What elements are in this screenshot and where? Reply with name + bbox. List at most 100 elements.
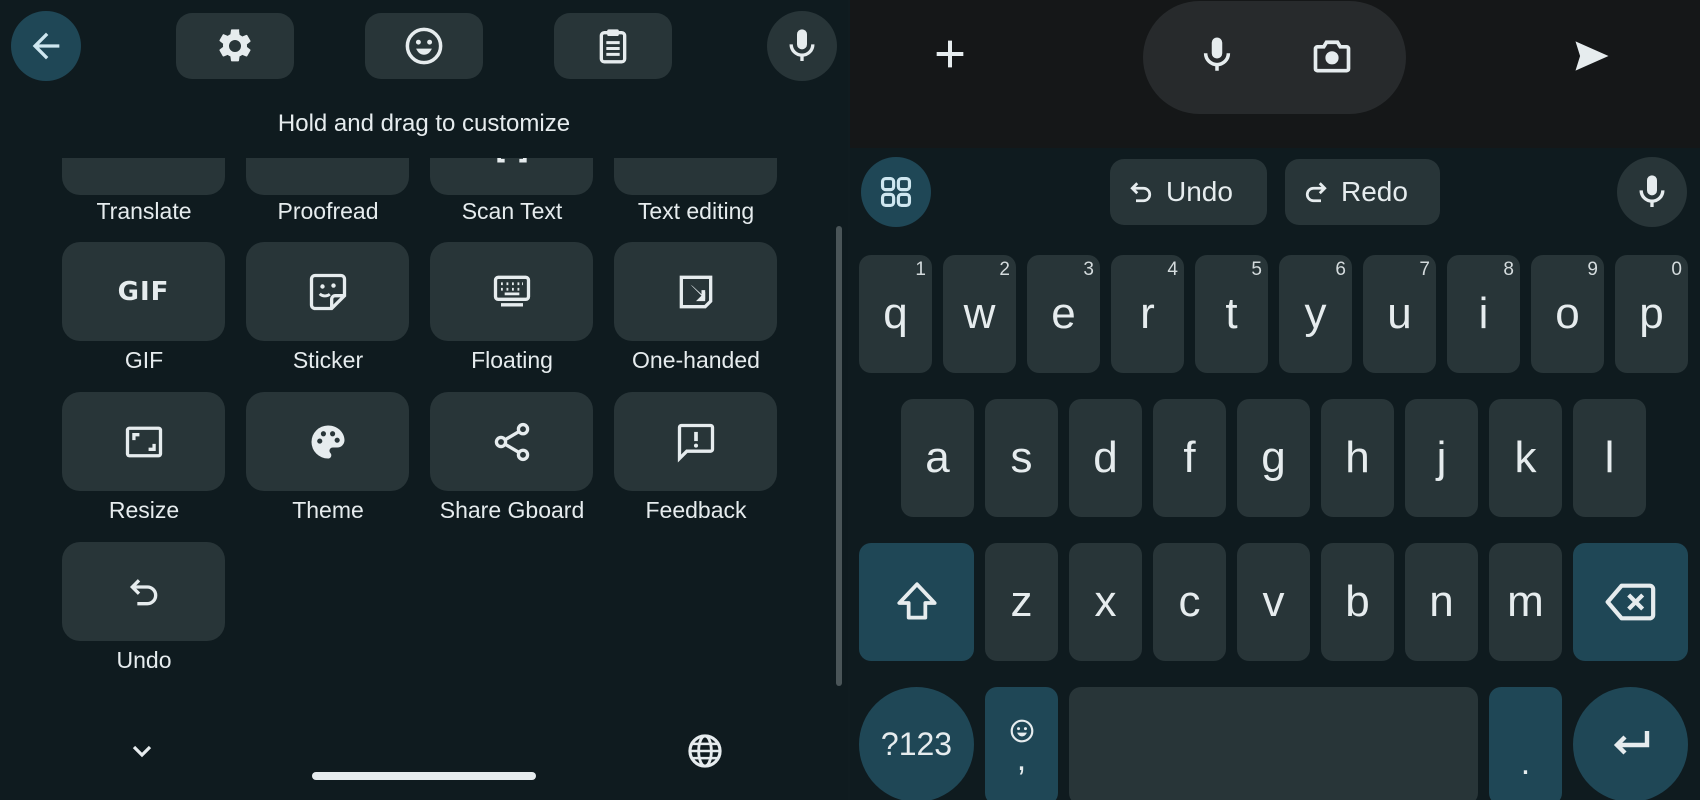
- scan-text-icon: [496, 158, 527, 162]
- key-m[interactable]: m: [1489, 543, 1562, 661]
- key-number: 1: [915, 259, 926, 280]
- space-key[interactable]: [1069, 687, 1478, 800]
- key-n[interactable]: n: [1405, 543, 1478, 661]
- tile-label: Theme: [292, 497, 364, 523]
- back-button[interactable]: [11, 11, 81, 81]
- key-j[interactable]: j: [1405, 399, 1478, 517]
- key-p[interactable]: p0: [1615, 255, 1688, 373]
- keyboard-voice-button[interactable]: [1617, 157, 1687, 227]
- tile-floating[interactable]: [430, 242, 593, 341]
- features-menu-button[interactable]: [861, 157, 931, 227]
- camera-button[interactable]: [1310, 34, 1354, 78]
- tile-share-gboard[interactable]: [430, 392, 593, 491]
- tile-theme[interactable]: [246, 392, 409, 491]
- key-g[interactable]: g: [1237, 399, 1310, 517]
- tile-scan-text[interactable]: [430, 158, 593, 195]
- tile-label: Resize: [108, 497, 180, 523]
- tile-label: Undo: [116, 647, 172, 673]
- key-d[interactable]: d: [1069, 399, 1142, 517]
- scrollbar[interactable]: [836, 226, 842, 686]
- tile-one-handed[interactable]: [614, 242, 777, 341]
- key-r[interactable]: r4: [1111, 255, 1184, 373]
- key-char: k: [1514, 433, 1537, 482]
- backspace-icon: [1605, 583, 1655, 621]
- enter-key[interactable]: [1573, 687, 1688, 800]
- redo-button[interactable]: Redo: [1285, 159, 1440, 225]
- tile-label: Share Gboard: [439, 497, 585, 523]
- key-char: a: [925, 433, 950, 482]
- attach-button[interactable]: [930, 34, 970, 74]
- tile-label: Text editing: [637, 198, 755, 224]
- microphone-icon: [789, 29, 815, 61]
- key-char: e: [1051, 289, 1076, 338]
- key-h[interactable]: h: [1321, 399, 1394, 517]
- back-arrow-icon: [32, 32, 60, 60]
- tile-undo[interactable]: [62, 542, 225, 641]
- key-k[interactable]: k: [1489, 399, 1562, 517]
- key-o[interactable]: o9: [1531, 255, 1604, 373]
- key-f[interactable]: f: [1153, 399, 1226, 517]
- tile-label: Floating: [471, 347, 553, 373]
- key-number: 7: [1419, 259, 1430, 280]
- chevron-down-icon: [132, 745, 152, 758]
- tile-proofread[interactable]: [246, 158, 409, 195]
- send-button[interactable]: [1570, 34, 1614, 78]
- key-x[interactable]: x: [1069, 543, 1142, 661]
- key-u[interactable]: u7: [1363, 255, 1436, 373]
- microphone-icon: [1203, 37, 1231, 71]
- compose-voice-button[interactable]: [1196, 34, 1238, 76]
- tile-sticker[interactable]: [246, 242, 409, 341]
- shift-key[interactable]: [859, 543, 974, 661]
- clipboard-button[interactable]: [554, 13, 672, 79]
- comma-emoji-key[interactable]: ,: [985, 687, 1058, 800]
- grid-icon: [880, 176, 912, 208]
- backspace-key[interactable]: [1573, 543, 1688, 661]
- tile-translate[interactable]: [62, 158, 225, 195]
- clipboard-icon: [599, 29, 627, 64]
- key-s[interactable]: s: [985, 399, 1058, 517]
- period-key[interactable]: .: [1489, 687, 1562, 800]
- tile-feedback[interactable]: [614, 392, 777, 491]
- key-char: i: [1478, 289, 1489, 338]
- symbols-key[interactable]: ?123: [859, 687, 974, 800]
- key-w[interactable]: w2: [943, 255, 1016, 373]
- globe-icon: [688, 734, 722, 768]
- key-c[interactable]: c: [1153, 543, 1226, 661]
- key-char: n: [1429, 577, 1454, 626]
- tile-text-editing[interactable]: [614, 158, 777, 195]
- key-t[interactable]: t5: [1195, 255, 1268, 373]
- tile-gif[interactable]: GIF: [62, 242, 225, 341]
- voice-input-button[interactable]: [767, 11, 837, 81]
- compose-actions: [1143, 1, 1406, 114]
- key-number: 5: [1251, 259, 1262, 280]
- navigation-handle[interactable]: [312, 772, 536, 780]
- key-char: q: [883, 289, 908, 338]
- undo-button[interactable]: Undo: [1110, 159, 1267, 225]
- tile-resize[interactable]: [62, 392, 225, 491]
- key-b[interactable]: b: [1321, 543, 1394, 661]
- tile-label: Scan Text: [461, 198, 563, 224]
- key-char: o: [1555, 289, 1580, 338]
- sticker-icon: [309, 273, 346, 310]
- key-z[interactable]: z: [985, 543, 1058, 661]
- emoji-button[interactable]: [365, 13, 483, 79]
- key-a[interactable]: a: [901, 399, 974, 517]
- share-icon: [494, 422, 529, 461]
- key-y[interactable]: y6: [1279, 255, 1352, 373]
- key-v[interactable]: v: [1237, 543, 1310, 661]
- microphone-icon: [1639, 175, 1665, 207]
- key-char: f: [1183, 433, 1196, 482]
- tile-label: Feedback: [645, 497, 747, 523]
- resize-icon: [125, 426, 162, 457]
- settings-button[interactable]: [176, 13, 294, 79]
- feature-grid: Translate Proofread Scan Text Text editi…: [0, 158, 848, 688]
- key-l[interactable]: l: [1573, 399, 1646, 517]
- tile-label: Sticker: [292, 347, 364, 373]
- key-char: z: [1010, 577, 1033, 626]
- key-e[interactable]: e3: [1027, 255, 1100, 373]
- key-i[interactable]: i8: [1447, 255, 1520, 373]
- language-button[interactable]: [686, 732, 724, 770]
- undo-label: Undo: [1166, 176, 1233, 207]
- collapse-button[interactable]: [126, 735, 158, 767]
- key-q[interactable]: q1: [859, 255, 932, 373]
